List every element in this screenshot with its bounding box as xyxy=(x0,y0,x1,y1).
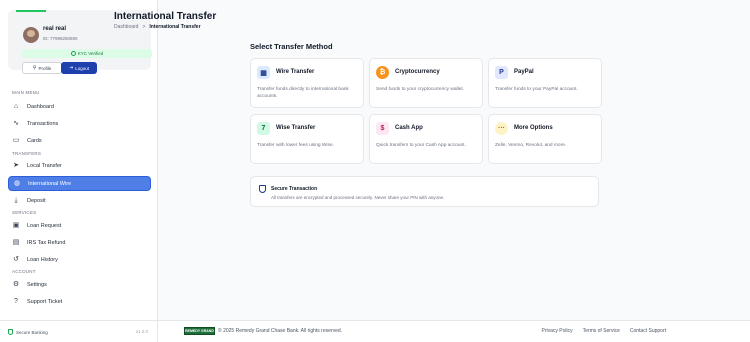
user-icon: ⚲ xyxy=(32,65,37,71)
method-desc: Send funds to your cryptocurrency wallet… xyxy=(376,87,464,92)
wise-icon: 7 xyxy=(257,122,270,135)
credit-card-icon: ▭ xyxy=(12,137,20,144)
copyright-text: © 2025 Remedy Grand Chase Bank. All righ… xyxy=(218,328,343,334)
sidebar-item-label: Loan Request xyxy=(27,222,62,229)
sidebar-item-label: Dashboard xyxy=(27,103,54,110)
sidebar-item-dashboard[interactable]: ⌂ Dashboard xyxy=(8,99,151,114)
sidebar-item-irs-tax-refund[interactable]: ▤ IRS Tax Refund xyxy=(8,235,151,250)
chevron-right-icon: > xyxy=(142,24,146,30)
sidebar-item-label: Cards xyxy=(27,137,42,144)
kyc-badge: KYC Verified xyxy=(22,49,152,58)
bank-logo: REMEDY GRAND xyxy=(184,327,215,335)
method-desc: Transfer funds to your PayPal account. xyxy=(495,87,578,92)
secure-desc: All transfers are encrypted and processe… xyxy=(271,195,445,200)
sidebar-item-label: International Wire xyxy=(28,180,72,187)
method-card-more-options[interactable]: ··· More Options Zelle, Venmo, Revolut, … xyxy=(488,114,602,164)
page-title: International Transfer xyxy=(114,11,217,22)
page-footer: REMEDY GRAND © 2025 Remedy Grand Chase B… xyxy=(158,320,750,342)
sidebar-item-label: Transactions xyxy=(27,120,59,127)
sidebar-item-local-transfer[interactable]: ➤ Local Transfer xyxy=(8,158,151,173)
section-transfers: TRANSFERS xyxy=(12,151,42,156)
section-main-menu: MAIN MENU xyxy=(12,90,40,95)
home-icon: ⌂ xyxy=(13,103,19,110)
gear-icon: ⚙ xyxy=(12,281,20,288)
check-circle-icon xyxy=(70,51,76,56)
version-label: v1.2.0 xyxy=(135,329,148,334)
avatar xyxy=(23,27,39,43)
sidebar-footer: Secure Banking v1.2.0 xyxy=(0,320,158,342)
send-icon: ➤ xyxy=(13,162,19,169)
method-card-cash-app[interactable]: $ Cash App Quick transfers to your Cash … xyxy=(369,114,483,164)
download-icon: ⤓ xyxy=(14,197,18,204)
breadcrumb-home[interactable]: Dashboard xyxy=(114,24,138,30)
method-card-wise-transfer[interactable]: 7 Wise Transfer Transfer with lower fees… xyxy=(250,114,364,164)
paypal-icon: P xyxy=(495,66,508,79)
sidebar-item-transactions[interactable]: ∿ Transactions xyxy=(8,116,151,131)
loan-icon: ▣ xyxy=(12,222,20,229)
shield-icon xyxy=(259,185,266,193)
secure-banking: Secure Banking xyxy=(8,329,48,335)
contact-support-link[interactable]: Contact Support xyxy=(630,328,666,334)
bitcoin-icon: ₿ xyxy=(376,66,389,79)
shield-icon xyxy=(8,329,13,335)
terms-of-service-link[interactable]: Terms of Service xyxy=(583,328,620,334)
sidebar-item-international-wire[interactable]: ◍ International Wire xyxy=(8,176,151,191)
method-card-cryptocurrency[interactable]: ₿ Cryptocurrency Send funds to your cryp… xyxy=(369,58,483,108)
method-desc: Zelle, Venmo, Revolut, and more. xyxy=(495,143,567,148)
sidebar-item-cards[interactable]: ▭ Cards xyxy=(8,133,151,148)
method-desc: Quick transfers to your Cash App account… xyxy=(376,143,466,148)
sidebar-item-label: IRS Tax Refund xyxy=(27,239,66,246)
privacy-policy-link[interactable]: Privacy Policy xyxy=(542,328,573,334)
sidebar-item-label: Settings xyxy=(27,281,47,288)
kyc-label: KYC Verified xyxy=(77,51,104,56)
globe-icon: ◍ xyxy=(13,180,21,187)
sidebar-item-loan-request[interactable]: ▣ Loan Request xyxy=(8,218,151,233)
sidebar-item-deposit[interactable]: ⤓ Deposit xyxy=(8,193,151,208)
secure-title: Secure Transaction xyxy=(271,186,318,192)
secure-banking-label: Secure Banking xyxy=(16,329,48,335)
profile-button[interactable]: ⚲ Profile xyxy=(22,62,62,74)
breadcrumb: Dashboard > International Transfer xyxy=(114,24,201,30)
sidebar-item-loan-history[interactable]: ↺ Loan History xyxy=(8,252,151,267)
logout-label: Logout xyxy=(75,65,89,71)
sidebar-item-label: Support Ticket xyxy=(27,298,63,305)
sidebar-item-label: Loan History xyxy=(27,256,58,263)
section-services: SERVICES xyxy=(12,210,37,215)
method-title: More Options xyxy=(514,125,553,131)
logout-icon: ⇥ xyxy=(69,65,74,71)
section-title: Select Transfer Method xyxy=(250,42,333,51)
footer-links: Privacy Policy Terms of Service Contact … xyxy=(542,328,667,334)
method-desc: Transfer funds directly to international… xyxy=(257,87,349,100)
method-title: Cryptocurrency xyxy=(395,69,440,75)
method-card-paypal[interactable]: P PayPal Transfer funds to your PayPal a… xyxy=(488,58,602,108)
sidebar-item-support-ticket[interactable]: ? Support Ticket xyxy=(8,294,151,309)
sidebar: real real ID: 77998250690 KYC Verified ⚲… xyxy=(0,0,158,342)
user-name: real real xyxy=(43,26,67,32)
more-icon: ··· xyxy=(495,122,508,135)
receipt-icon: ▤ xyxy=(12,239,20,246)
profile-label: Profile xyxy=(38,65,52,71)
section-account: ACCOUNT xyxy=(12,269,36,274)
method-title: Wise Transfer xyxy=(276,125,316,131)
sidebar-item-label: Local Transfer xyxy=(27,162,62,169)
activity-icon: ∿ xyxy=(13,120,19,127)
status-strip xyxy=(16,10,46,12)
sidebar-item-settings[interactable]: ⚙ Settings xyxy=(8,277,151,292)
logout-button[interactable]: ⇥ Logout xyxy=(61,62,97,74)
method-title: Cash App xyxy=(395,125,423,131)
bank-icon: ▦ xyxy=(257,66,270,79)
method-desc: Transfer with lower fees using Wise. xyxy=(257,143,334,148)
secure-transaction-notice: Secure Transaction All transfers are enc… xyxy=(250,176,599,207)
help-icon: ? xyxy=(14,298,18,305)
method-title: Wire Transfer xyxy=(276,69,315,75)
sidebar-item-label: Deposit xyxy=(27,197,46,204)
history-icon: ↺ xyxy=(13,256,19,263)
cashapp-icon: $ xyxy=(376,122,389,135)
method-card-wire-transfer[interactable]: ▦ Wire Transfer Transfer funds directly … xyxy=(250,58,364,108)
user-id: ID: 77998250690 xyxy=(43,36,78,41)
method-title: PayPal xyxy=(514,69,534,75)
breadcrumb-current: International Transfer xyxy=(149,24,201,30)
